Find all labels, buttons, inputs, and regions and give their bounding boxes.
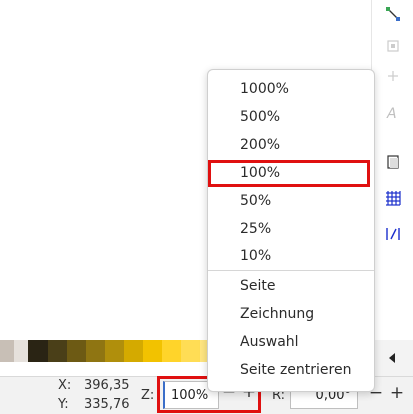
y-coord-value: 335,76 xyxy=(84,397,130,412)
svg-text:A: A xyxy=(386,106,397,120)
triangle-left-icon xyxy=(389,353,395,363)
snap-bbox-icon[interactable] xyxy=(372,32,413,60)
zoom-option-label: 100% xyxy=(240,165,281,181)
x-coord-label: X: xyxy=(58,378,72,393)
menu-separator xyxy=(208,270,374,271)
zoom-option[interactable]: 100% xyxy=(208,159,374,187)
color-swatch[interactable] xyxy=(181,340,200,362)
zoom-dropdown-menu: 1000% 500% 200% 100% 50% 25% 10% Seite Z… xyxy=(207,69,375,392)
zoom-option[interactable]: 500% xyxy=(208,103,374,131)
zoom-fit-selection-option[interactable]: Auswahl xyxy=(208,328,374,356)
color-swatch[interactable] xyxy=(28,340,48,362)
zoom-fit-label: Seite xyxy=(240,278,276,294)
zoom-option-label: 10% xyxy=(240,248,272,264)
color-swatch[interactable] xyxy=(0,340,14,362)
zoom-fit-label: Zeichnung xyxy=(240,306,315,322)
page-border-icon[interactable] xyxy=(372,148,413,176)
zoom-label: Z: xyxy=(141,388,155,403)
zoom-option-label: 200% xyxy=(240,137,281,153)
zoom-option-label: 25% xyxy=(240,221,272,237)
snap-midpoint-icon[interactable] xyxy=(372,62,413,90)
zoom-fit-label: Seite zentrieren xyxy=(240,362,352,378)
zoom-option[interactable]: 200% xyxy=(208,131,374,159)
color-swatch[interactable] xyxy=(105,340,124,362)
zoom-fit-drawing-option[interactable]: Zeichnung xyxy=(208,300,374,328)
text-baseline-icon[interactable]: A xyxy=(372,98,413,126)
snap-toolbar: A xyxy=(371,0,413,376)
zoom-center-page-option[interactable]: Seite zentrieren xyxy=(208,356,374,384)
color-swatch[interactable] xyxy=(14,340,28,362)
zoom-option[interactable]: 1000% xyxy=(208,75,374,103)
color-swatch[interactable] xyxy=(162,340,181,362)
zoom-fit-label: Auswahl xyxy=(240,334,299,350)
grid-icon[interactable] xyxy=(372,184,413,212)
zoom-option-label: 1000% xyxy=(240,81,289,97)
zoom-option-label: 500% xyxy=(240,109,281,125)
zoom-option[interactable]: 25% xyxy=(208,215,374,243)
node-snap-icon[interactable] xyxy=(372,0,413,28)
rotation-increase-button[interactable]: + xyxy=(389,383,405,403)
color-swatch[interactable] xyxy=(48,340,67,362)
y-coord-label: Y: xyxy=(58,397,69,412)
zoom-option-label: 50% xyxy=(240,193,272,209)
zoom-option[interactable]: 10% xyxy=(208,242,374,270)
palette-scroll-button[interactable] xyxy=(371,340,413,376)
zoom-option[interactable]: 50% xyxy=(208,187,374,215)
x-coord-value: 396,35 xyxy=(84,378,130,393)
color-swatch[interactable] xyxy=(86,340,105,362)
zoom-fit-page-option[interactable]: Seite xyxy=(208,272,374,300)
color-swatch[interactable] xyxy=(143,340,162,362)
color-swatch[interactable] xyxy=(124,340,143,362)
color-swatch[interactable] xyxy=(67,340,86,362)
guide-icon[interactable] xyxy=(372,220,413,248)
